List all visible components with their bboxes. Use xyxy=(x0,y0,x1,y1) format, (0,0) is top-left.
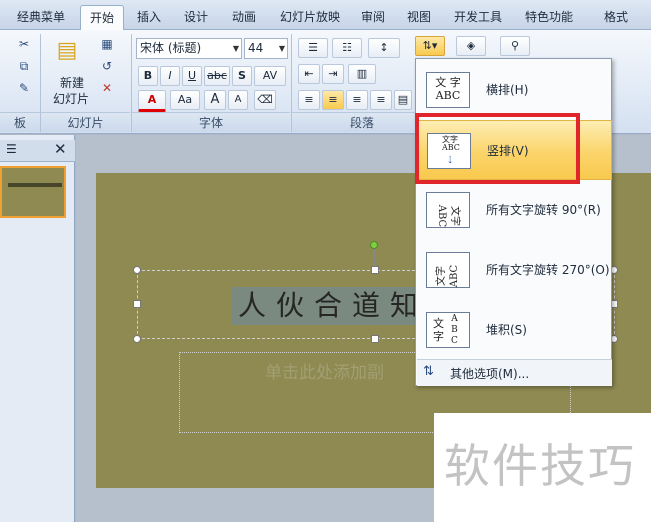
horizontal-text-icon: 文 字 ABC xyxy=(426,72,470,108)
reset-icon[interactable]: ↺ xyxy=(98,58,116,74)
strikethrough-button[interactable]: abc xyxy=(204,66,230,86)
tab-special[interactable]: 特色功能 xyxy=(516,5,582,30)
slide-thumbnail[interactable] xyxy=(0,166,66,218)
tab-animation[interactable]: 动画 xyxy=(224,5,264,30)
menu-item-stacked[interactable]: 文字 ABC 堆积(S) xyxy=(417,300,612,360)
menu-item-rotate-90[interactable]: 文字ABC 所有文字旋转 90°(R) xyxy=(417,180,612,240)
group-label-slides: 幻灯片 xyxy=(41,112,130,132)
ribbon-tab-bar: 经典菜单 开始 插入 设计 动画 幻灯片放映 审阅 视图 开发工具 特色功能 格… xyxy=(0,0,651,31)
resize-handle[interactable] xyxy=(133,300,141,308)
cut-icon[interactable]: ✂ xyxy=(16,36,32,52)
underline-button[interactable]: U xyxy=(182,66,202,86)
align-right-icon[interactable]: ≡ xyxy=(346,90,368,110)
columns-icon[interactable]: ▥ xyxy=(348,64,376,84)
tab-classic-menu[interactable]: 经典菜单 xyxy=(6,5,76,30)
justify-icon[interactable]: ≡ xyxy=(370,90,392,110)
menu-item-label: 所有文字旋转 90°(R) xyxy=(486,203,601,217)
resize-handle[interactable] xyxy=(371,335,379,343)
menu-item-label: 堆积(S) xyxy=(486,323,527,337)
rotate-270-icon: 文字ABC xyxy=(426,252,470,288)
char-spacing-button[interactable]: AV xyxy=(254,66,286,86)
bold-button[interactable]: B xyxy=(138,66,158,86)
menu-item-label: 所有文字旋转 270°(O) xyxy=(486,263,610,277)
shadow-button[interactable]: S xyxy=(232,66,252,86)
close-icon[interactable]: ✕ xyxy=(54,140,67,158)
find-icon[interactable]: ⚲ xyxy=(500,36,530,56)
text-direction-button[interactable]: ⇅▾ xyxy=(415,36,445,56)
outline-tab-icon[interactable]: ☰ xyxy=(6,142,17,156)
more-options-label: 其他选项(M)... xyxy=(450,367,530,381)
tab-insert[interactable]: 插入 xyxy=(130,5,168,30)
tab-format[interactable]: 格式 xyxy=(594,5,638,30)
font-color-button[interactable]: A xyxy=(138,90,166,112)
tab-view[interactable]: 视图 xyxy=(400,5,438,30)
new-slide-label-2[interactable]: 幻灯片 xyxy=(46,90,96,107)
text-direction-icon: ⇅ xyxy=(423,364,434,379)
highlight-annotation-box xyxy=(415,113,580,184)
align-center-icon[interactable]: ≡ xyxy=(322,90,344,110)
align-left-icon[interactable]: ≡ xyxy=(298,90,320,110)
chevron-down-icon: ▼ xyxy=(232,44,239,53)
font-name-value: 宋体 (标题) xyxy=(140,41,202,55)
font-name-combo[interactable]: 宋体 (标题) ▼ xyxy=(136,38,242,59)
chevron-down-icon: ▼ xyxy=(278,44,285,53)
group-label-clipboard: 板 xyxy=(0,112,40,132)
menu-item-more-options[interactable]: ⇅ 其他选项(M)... xyxy=(417,359,612,386)
resize-handle[interactable] xyxy=(133,266,141,274)
stacked-text-icon: 文字 ABC xyxy=(426,312,470,348)
tab-design[interactable]: 设计 xyxy=(176,5,216,30)
format-painter-icon[interactable]: ✎ xyxy=(16,80,32,96)
increase-indent-icon[interactable]: ⇥ xyxy=(322,64,344,84)
distribute-icon[interactable]: ▤ xyxy=(394,90,412,110)
title-text[interactable]: 人伙合道知 xyxy=(232,287,429,325)
font-size-value: 44 xyxy=(248,41,264,55)
tab-slideshow[interactable]: 幻灯片放映 xyxy=(272,5,348,30)
thumbnail-title-line xyxy=(8,183,62,187)
grow-font-button[interactable]: A xyxy=(204,90,226,110)
numbering-icon[interactable]: ☷ xyxy=(332,38,362,58)
change-case-button[interactable]: Aa xyxy=(170,90,200,110)
line-spacing-icon[interactable]: ↕ xyxy=(368,38,400,58)
rotation-handle[interactable] xyxy=(370,241,378,249)
font-size-combo[interactable]: 44 ▼ xyxy=(244,38,288,59)
tab-review[interactable]: 审阅 xyxy=(354,5,392,30)
menu-item-horizontal[interactable]: 文 字 ABC 横排(H) xyxy=(417,60,612,120)
group-label-font: 字体 xyxy=(132,112,290,132)
tab-home[interactable]: 开始 xyxy=(80,5,124,31)
shapes-icon[interactable]: ◈ xyxy=(456,36,486,56)
layout-icon[interactable]: ▦ xyxy=(98,36,116,52)
bullets-icon[interactable]: ☰ xyxy=(298,38,328,58)
pane-tabs: ☰ ✕ xyxy=(0,140,75,162)
tab-developer[interactable]: 开发工具 xyxy=(446,5,510,30)
resize-handle[interactable] xyxy=(133,335,141,343)
resize-handle[interactable] xyxy=(371,266,379,274)
menu-item-label: 横排(H) xyxy=(486,83,529,97)
menu-item-rotate-270[interactable]: 文字ABC 所有文字旋转 270°(O) xyxy=(417,240,612,300)
decrease-indent-icon[interactable]: ⇤ xyxy=(298,64,320,84)
new-slide-label[interactable]: 新建 xyxy=(52,74,92,91)
rotate-90-icon: 文字ABC xyxy=(426,192,470,228)
group-label-paragraph: 段落 xyxy=(292,112,432,132)
text-direction-menu: 文 字 ABC 横排(H) 文字 ABC ⇣ 竖排(V) 文字ABC 所有文字旋转 … xyxy=(415,58,612,386)
shrink-font-button[interactable]: A xyxy=(228,90,248,110)
watermark-text: 软件技巧 xyxy=(444,439,636,493)
clear-format-icon[interactable]: ⌫ xyxy=(254,90,276,110)
delete-slide-icon[interactable]: ✕ xyxy=(98,80,116,96)
new-slide-icon[interactable]: ▤ xyxy=(52,36,82,66)
copy-icon[interactable]: ⧉ xyxy=(16,58,32,74)
italic-button[interactable]: I xyxy=(160,66,180,86)
subtitle-text: 单击此处添加副 xyxy=(265,363,384,383)
